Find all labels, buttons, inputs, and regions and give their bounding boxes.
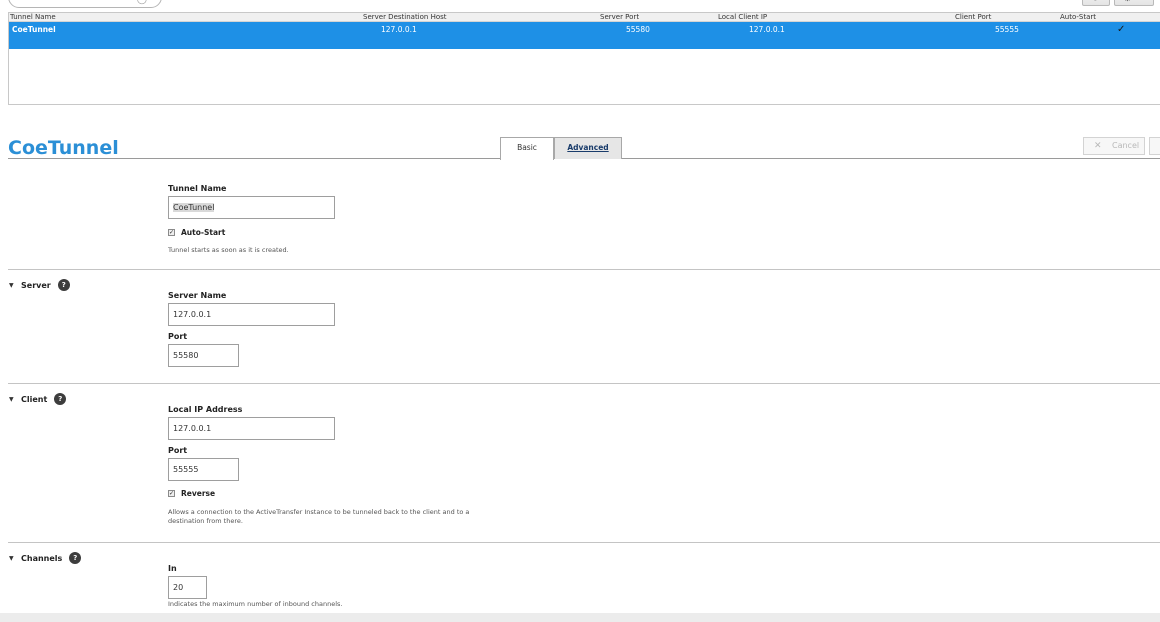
page-title: CoeTunnel	[8, 137, 119, 159]
top-search-input[interactable]: ◯	[8, 0, 162, 8]
server-port-label: Port	[168, 332, 188, 341]
cancel-button-label: Cancel	[1112, 141, 1140, 150]
close-icon: ✕	[1094, 141, 1102, 151]
reverse-checkbox[interactable]: ✓	[168, 490, 175, 497]
section-divider	[8, 383, 1160, 384]
client-port-input[interactable]: 55555	[168, 458, 239, 481]
section-divider	[8, 542, 1160, 543]
settings-button[interactable]: ⚙	[1114, 0, 1154, 6]
client-section-title: Client	[21, 394, 48, 404]
tab-advanced[interactable]: Advanced	[554, 137, 622, 159]
help-icon[interactable]: ?	[57, 279, 70, 291]
server-name-label: Server Name	[168, 291, 227, 300]
save-button[interactable]	[1149, 137, 1160, 155]
auto-start-checkbox[interactable]: ✓	[168, 229, 175, 236]
tunnel-table: Tunnel Name Server Destination Host Serv…	[8, 12, 1160, 105]
server-section-title: Server	[21, 280, 51, 290]
collapse-triangle-icon: ▼	[9, 281, 14, 289]
cell-tunnel-name: CoeTunnel	[12, 25, 56, 34]
tunnel-name-value: CoeTunnel	[173, 203, 215, 212]
col-server-destination-host[interactable]: Server Destination Host	[363, 13, 447, 22]
cell-local-ip: 127.0.0.1	[749, 25, 785, 34]
refresh-button[interactable]: ↻	[1082, 0, 1110, 6]
cell-client-port: 55555	[995, 25, 1019, 34]
tab-basic[interactable]: Basic	[500, 137, 554, 160]
col-local-client-ip[interactable]: Local Client IP	[718, 13, 767, 22]
col-client-port[interactable]: Client Port	[955, 13, 991, 22]
local-ip-input[interactable]: 127.0.0.1	[168, 417, 335, 440]
channels-section-title: Channels	[21, 553, 63, 563]
tunnel-name-input[interactable]: CoeTunnel	[168, 196, 335, 219]
channels-section-header[interactable]: ▼ Channels ?	[9, 552, 82, 564]
auto-start-help: Tunnel starts as soon as it is created.	[168, 246, 289, 254]
in-channels-label: In	[168, 564, 177, 573]
collapse-triangle-icon: ▼	[9, 554, 14, 562]
search-icon: ◯	[136, 0, 147, 5]
reverse-help-line-1: Allows a connection to the ActiveTransfe…	[168, 508, 470, 516]
help-icon[interactable]: ?	[54, 393, 67, 405]
help-icon[interactable]: ?	[69, 552, 82, 564]
server-section-header[interactable]: ▼ Server ?	[9, 279, 70, 291]
cell-server-port: 55580	[626, 25, 650, 34]
auto-start-label: Auto-Start	[181, 228, 226, 237]
cell-server-host: 127.0.0.1	[381, 25, 417, 34]
col-auto-start[interactable]: Auto-Start	[1060, 13, 1096, 22]
server-name-input[interactable]: 127.0.0.1	[168, 303, 335, 326]
reverse-label: Reverse	[181, 489, 216, 498]
gear-icon: ⚙	[1123, 0, 1132, 4]
server-port-input[interactable]: 55580	[168, 344, 239, 367]
in-channels-help: Indicates the maximum number of inbound …	[168, 600, 343, 608]
local-ip-label: Local IP Address	[168, 405, 243, 414]
section-divider	[8, 269, 1160, 270]
table-header: Tunnel Name Server Destination Host Serv…	[9, 13, 1160, 22]
client-section-header[interactable]: ▼ Client ?	[9, 393, 67, 405]
footer-bar	[0, 613, 1160, 622]
col-server-port[interactable]: Server Port	[600, 13, 639, 22]
reverse-help-line-2: destination from there.	[168, 517, 243, 525]
table-row[interactable]: CoeTunnel 127.0.0.1 55580 127.0.0.1 5555…	[9, 22, 1160, 49]
client-port-label: Port	[168, 446, 188, 455]
tunnel-name-label: Tunnel Name	[168, 184, 227, 193]
refresh-icon: ↻	[1091, 0, 1099, 4]
cancel-button[interactable]: ✕ Cancel	[1083, 137, 1145, 155]
collapse-triangle-icon: ▼	[9, 395, 14, 403]
col-tunnel-name[interactable]: Tunnel Name	[10, 13, 56, 22]
in-channels-input[interactable]: 20	[168, 576, 207, 599]
checkmark-icon: ✓	[1117, 24, 1126, 35]
